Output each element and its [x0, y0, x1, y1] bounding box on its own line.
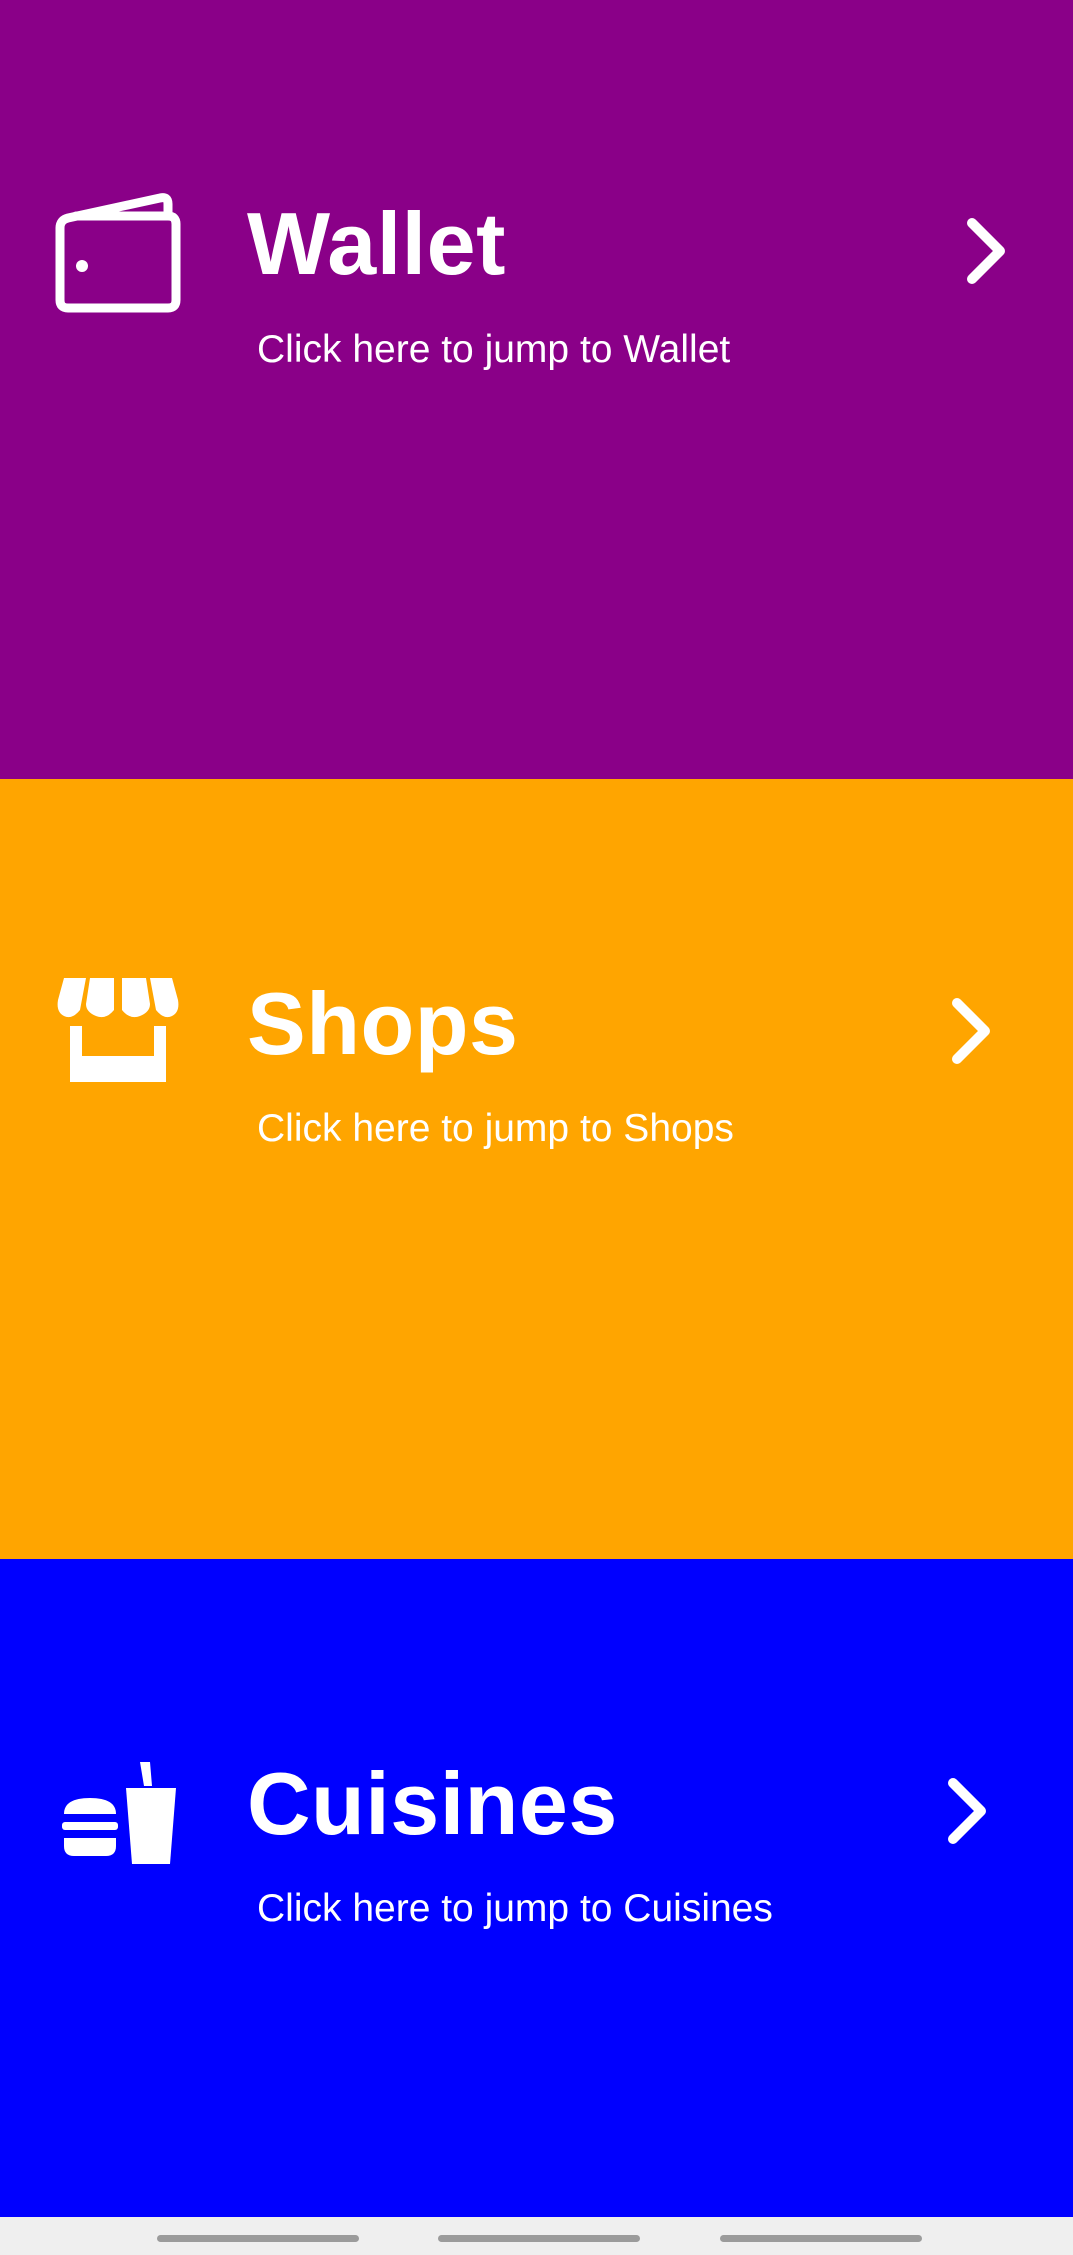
panel-title: Wallet	[247, 194, 506, 293]
cuisines-panel[interactable]: Cuisines Click here to jump to Cuisines	[0, 1559, 1073, 2217]
panel-subtitle: Click here to jump to Cuisines	[257, 1887, 773, 1930]
panel-title: Cuisines	[247, 1754, 618, 1853]
panel-subtitle: Click here to jump to Shops	[257, 1107, 734, 1150]
storefront-icon	[56, 970, 180, 1082]
chevron-right-icon[interactable]	[939, 1775, 995, 1847]
nav-handle-left[interactable]	[157, 2235, 359, 2242]
nav-handle-center[interactable]	[438, 2235, 640, 2242]
panel-subtitle: Click here to jump to Wallet	[257, 328, 731, 371]
panel-title: Shops	[247, 974, 519, 1073]
chevron-right-icon[interactable]	[958, 215, 1014, 287]
wallet-icon	[50, 190, 186, 314]
system-navigation-bar	[0, 2217, 1073, 2255]
shops-panel[interactable]: Shops Click here to jump to Shops	[0, 779, 1073, 1559]
nav-handle-right[interactable]	[720, 2235, 922, 2242]
wallet-panel[interactable]: Wallet Click here to jump to Wallet	[0, 0, 1073, 779]
chevron-right-icon[interactable]	[943, 995, 999, 1067]
fastfood-icon	[60, 1760, 180, 1864]
